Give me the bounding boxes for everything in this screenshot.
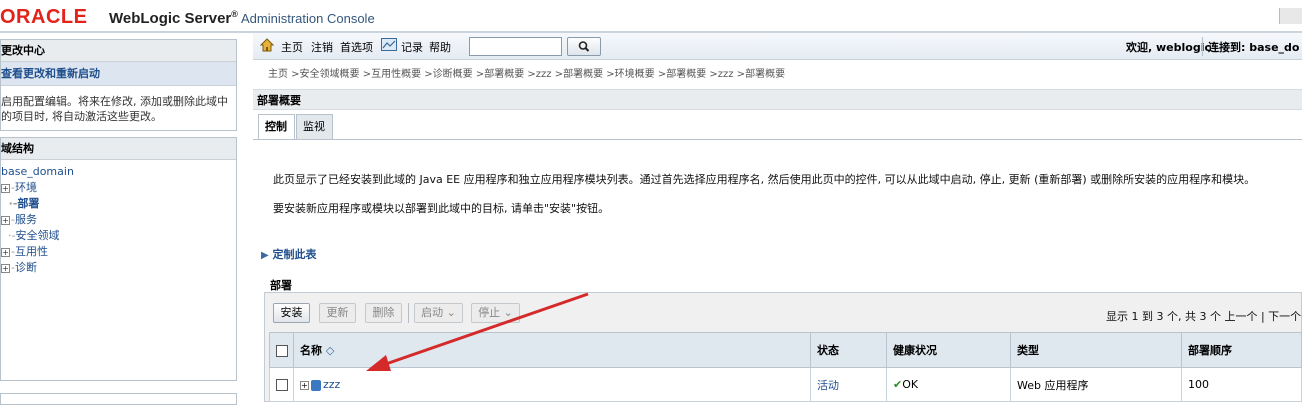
record-icon[interactable] <box>381 38 397 51</box>
install-hint-text: 要安装新应用程序或模块以部署到此域中的目标, 请单击"安装"按钮。 <box>273 202 610 215</box>
help-link[interactable]: 帮助 <box>429 39 451 55</box>
change-center-title: 更改中心 <box>1 40 236 62</box>
health-cell: ✔OK <box>886 367 1011 402</box>
help-topics-panel <box>0 393 237 405</box>
column-deployment-order[interactable]: 部署顺序 <box>1181 332 1302 368</box>
toolbar-divider <box>1202 37 1203 56</box>
tree-item-interoperability[interactable]: + -互用性 <box>1 244 236 260</box>
app-name-link[interactable]: zzz <box>323 378 340 391</box>
expand-icon[interactable]: + <box>1 215 10 225</box>
expand-icon[interactable]: + <box>300 380 309 390</box>
sort-icon[interactable]: ◇ <box>326 344 334 357</box>
row-select-cell <box>269 367 294 402</box>
tree-item-environment[interactable]: + -环境 <box>1 180 236 196</box>
breadcrumb[interactable]: 主页 >安全领域概要 >互用性概要 >诊断概要 >部署概要 >zzz >部署概要… <box>268 65 785 80</box>
tab-monitoring[interactable]: 监视 <box>296 114 333 140</box>
column-health[interactable]: 健康状况 <box>886 332 1011 368</box>
tree-item-security-realms[interactable]: ·-安全领域 <box>1 228 236 244</box>
product-name: WebLogic Server® <box>109 9 238 27</box>
deployments-section-title: 部署 <box>270 279 292 292</box>
expand-arrow-icon: ▶ <box>261 250 269 261</box>
tab-divider <box>253 139 1302 140</box>
description-text: 此页显示了已经安装到此域的 Java EE 应用程序和独立应用程序模块列表。通过… <box>273 173 1256 186</box>
page-title: 部署概要 <box>253 89 1302 110</box>
table-row: + zzz 活动 ✔OK Web 应用程序 100 <box>269 367 1302 402</box>
name-cell: + zzz <box>293 367 811 402</box>
pagination[interactable]: 显示 1 到 3 个, 共 3 个 上一个 | 下一个 <box>1106 308 1301 324</box>
table-header-row: 名称 ◇ 状态 健康状况 类型 部署顺序 <box>269 332 1302 368</box>
search-icon <box>578 41 590 52</box>
health-value: OK <box>902 378 919 391</box>
type-cell: Web 应用程序 <box>1010 367 1182 402</box>
tree-item-diagnostics[interactable]: + -诊断 <box>1 260 236 276</box>
logout-link[interactable]: 注销 <box>311 39 333 55</box>
search-input[interactable] <box>469 37 562 56</box>
check-icon: ✔ <box>893 378 903 391</box>
delete-button[interactable]: 删除 <box>365 303 402 323</box>
application-icon <box>311 379 321 391</box>
button-divider <box>408 303 409 323</box>
change-center-panel: 更改中心 查看更改和重新启动 启用配置编辑。将来在修改, 添加或删除此域中的项目… <box>0 39 237 131</box>
state-link[interactable]: 活动 <box>817 379 839 392</box>
home-icon[interactable] <box>260 38 274 52</box>
tree-item-deployments[interactable]: ·-部署 <box>1 196 236 212</box>
expand-icon[interactable]: + <box>1 263 10 273</box>
install-button[interactable]: 安装 <box>273 303 310 323</box>
window-corner <box>1279 8 1302 24</box>
column-type[interactable]: 类型 <box>1010 332 1182 368</box>
expand-icon[interactable]: + <box>1 183 10 193</box>
view-changes-link[interactable]: 查看更改和重新启动 <box>1 62 236 86</box>
select-all-cell <box>269 332 294 368</box>
oracle-logo: ORACLE <box>0 6 88 28</box>
column-name[interactable]: 名称 ◇ <box>293 332 811 368</box>
domain-structure-title: 域结构 <box>1 138 236 160</box>
start-dropdown-button[interactable]: 启动 ⌄ <box>414 303 463 323</box>
order-cell: 100 <box>1181 367 1302 402</box>
deployments-table: 名称 ◇ 状态 健康状况 类型 部署顺序 + zzz 活动 ✔OK Web 应用程… <box>269 332 1302 402</box>
change-center-text: 启用配置编辑。将来在修改, 添加或删除此域中的项目时, 将自动激活这些更改。 <box>1 95 228 123</box>
update-button[interactable]: 更新 <box>319 303 356 323</box>
record-link[interactable]: 记录 <box>401 39 423 55</box>
top-toolbar: 主页 注销 首选项 记录 帮助 欢迎, weblogic 连接到: base_d… <box>253 33 1302 60</box>
welcome-text: 欢迎, weblogic <box>1126 41 1211 54</box>
column-state[interactable]: 状态 <box>810 332 887 368</box>
search-button[interactable] <box>567 37 601 56</box>
select-all-checkbox[interactable] <box>276 344 288 357</box>
tree-item-services[interactable]: + -服务 <box>1 212 236 228</box>
customize-table-link[interactable]: ▶ 定制此表 <box>261 246 317 262</box>
expand-icon[interactable]: + <box>1 247 10 257</box>
domain-tree: base_domain + -环境 ·-部署 + -服务 ·-安全领域 + -互用性 … <box>1 160 236 276</box>
connected-to-text: 连接到: base_do <box>1208 41 1300 54</box>
console-name: Administration Console <box>241 11 375 26</box>
chevron-down-icon: ⌄ <box>503 306 513 319</box>
row-checkbox[interactable] <box>276 379 288 391</box>
domain-structure-panel: 域结构 base_domain + -环境 ·-部署 + -服务 ·-安全领域 + -… <box>0 137 237 381</box>
preferences-link[interactable]: 首选项 <box>340 39 373 55</box>
tab-control[interactable]: 控制 <box>258 114 295 140</box>
state-cell: 活动 <box>810 367 887 402</box>
tree-root-base-domain[interactable]: base_domain <box>1 164 236 180</box>
chevron-down-icon: ⌄ <box>446 306 456 319</box>
app-header: ORACLE WebLogic Server® Administration C… <box>0 0 1302 33</box>
home-link[interactable]: 主页 <box>281 39 303 55</box>
stop-dropdown-button[interactable]: 停止 ⌄ <box>471 303 520 323</box>
